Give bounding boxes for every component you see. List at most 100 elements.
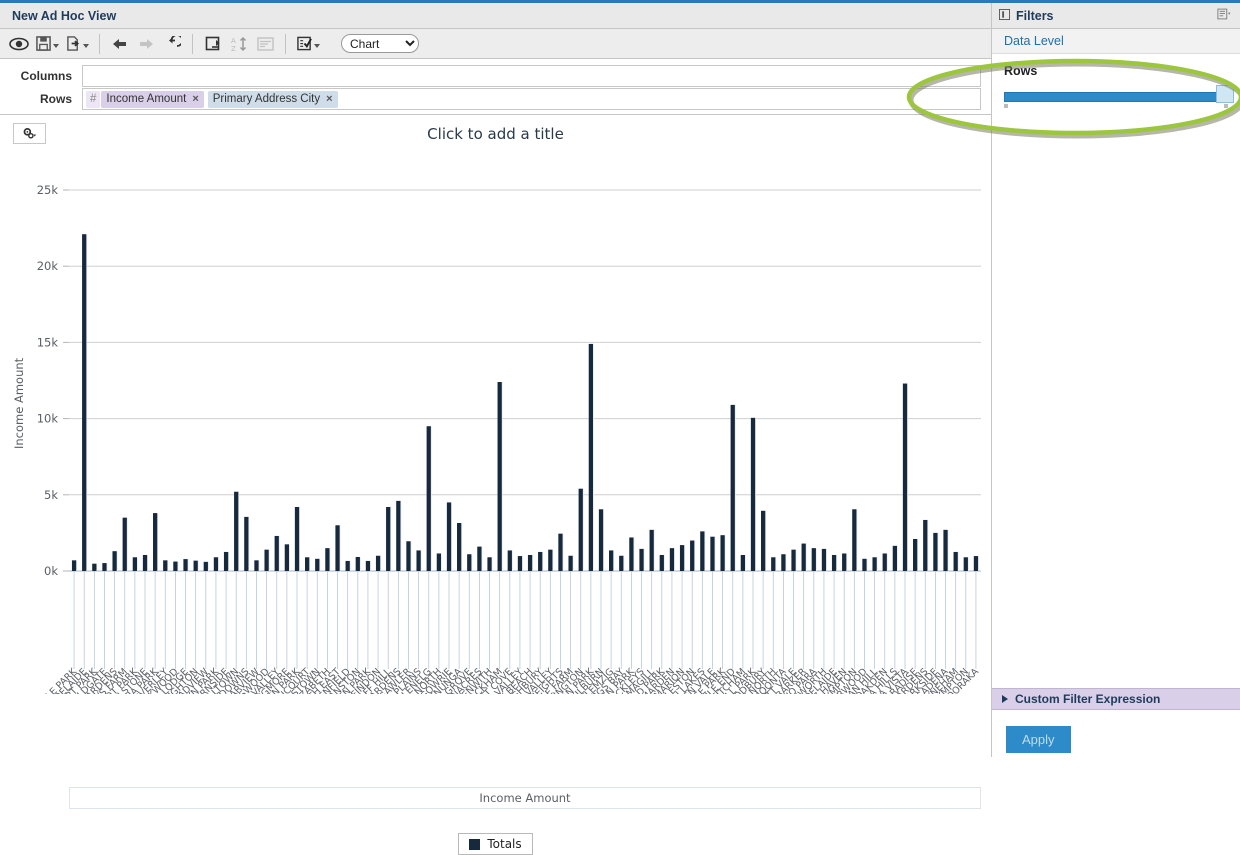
y-axis-title: Income Amount xyxy=(12,357,26,449)
bar xyxy=(761,510,766,571)
toolbar-divider xyxy=(285,33,286,54)
bar xyxy=(375,555,381,571)
bar xyxy=(517,556,523,571)
visualization-select-wrap: Chart xyxy=(341,34,419,53)
bar xyxy=(213,557,219,571)
legend-swatch-icon xyxy=(469,838,481,850)
rows-slider-tick-max xyxy=(1224,104,1228,108)
svg-text:25k: 25k xyxy=(37,183,59,197)
toolbar-divider xyxy=(99,33,100,54)
bar xyxy=(264,549,269,571)
rows-pill-type-hash: # xyxy=(86,90,102,108)
svg-text:15k: 15k xyxy=(37,335,59,349)
legend-item-totals[interactable]: Totals xyxy=(458,833,533,855)
bar xyxy=(750,417,756,571)
bar xyxy=(720,535,725,571)
rows-slider-tick-min xyxy=(1004,104,1008,108)
bar xyxy=(558,533,563,571)
bar xyxy=(112,551,117,571)
rows-slider-handle[interactable] xyxy=(1216,85,1234,103)
custom-filter-expression-section[interactable]: Custom Filter Expression xyxy=(992,688,1240,710)
bar xyxy=(122,517,127,571)
undo-icon[interactable] xyxy=(107,32,133,56)
bar xyxy=(882,553,887,571)
bar xyxy=(669,548,675,571)
ad-hoc-view-app: New Ad Hoc View A Z Chart Columns Rows #… xyxy=(0,0,1240,855)
columns-shelf: Columns xyxy=(0,59,991,87)
close-icon[interactable]: × xyxy=(192,93,198,105)
svg-text:20k: 20k xyxy=(37,259,59,273)
switch-group-icon[interactable] xyxy=(200,32,226,56)
visualization-select[interactable]: Chart xyxy=(341,34,419,53)
x-axis-title-label: Income Amount xyxy=(479,791,571,805)
bar xyxy=(629,537,634,571)
chart-title-placeholder[interactable]: Click to add a title xyxy=(0,115,991,149)
bar xyxy=(902,383,908,571)
bar xyxy=(619,555,624,571)
select-fields-icon[interactable] xyxy=(293,32,323,56)
filters-title: Filters xyxy=(1016,8,1054,23)
chevron-down-icon xyxy=(313,44,320,48)
bar xyxy=(467,554,472,571)
bar xyxy=(223,551,229,571)
filters-pane: Filters Data Level Rows Custom Filter Ex… xyxy=(991,3,1240,757)
filters-header: Filters xyxy=(992,3,1240,29)
sort-az-icon: A Z xyxy=(226,32,252,56)
apply-button[interactable]: Apply xyxy=(1006,726,1071,753)
bar xyxy=(842,553,847,571)
save-icon[interactable] xyxy=(32,32,62,56)
bar xyxy=(923,519,928,571)
bar xyxy=(153,513,158,571)
bar xyxy=(92,563,97,571)
toolbar-divider xyxy=(192,33,193,54)
bar xyxy=(892,545,897,571)
bar xyxy=(862,558,867,571)
rows-pill-primary-address-city[interactable]: Primary Address City × xyxy=(207,90,338,108)
eye-icon[interactable] xyxy=(6,32,32,56)
chart-settings-button[interactable] xyxy=(13,123,46,144)
rows-dropzone[interactable]: # Income Amount × Primary Address City × xyxy=(82,88,981,110)
filter-rows-label: Rows xyxy=(1004,64,1038,78)
bar-chart-svg[interactable]: 0k5k10k15k20k25kABERFOYLE PARKADELAIDEAL… xyxy=(0,149,991,758)
rows-slider-track[interactable] xyxy=(1004,92,1228,102)
bar xyxy=(193,560,198,571)
bar xyxy=(679,545,685,571)
svg-text:10k: 10k xyxy=(37,412,59,426)
chevron-down-icon xyxy=(52,44,59,48)
rows-label: Rows xyxy=(39,92,72,106)
panel-collapse-icon[interactable] xyxy=(999,8,1010,23)
bar xyxy=(163,560,168,571)
bar xyxy=(345,560,350,571)
close-icon[interactable]: × xyxy=(326,93,332,105)
bar xyxy=(142,554,148,571)
rows-range-slider[interactable] xyxy=(1004,85,1234,108)
bar xyxy=(102,563,107,571)
bar xyxy=(396,500,401,571)
bar xyxy=(872,557,877,571)
bar xyxy=(477,546,482,571)
bar xyxy=(173,561,178,571)
plot-area: Income Amount 0k5k10k15k20k25kABERFOYLE … xyxy=(0,149,991,758)
rows-pill-income-amount[interactable]: Income Amount × xyxy=(101,90,204,108)
revert-icon[interactable] xyxy=(159,32,185,56)
filters-menu-icon[interactable] xyxy=(1217,8,1233,23)
apply-button-wrap: Apply xyxy=(992,726,1240,753)
svg-text:5k: 5k xyxy=(44,488,58,502)
bar xyxy=(609,550,614,571)
bar xyxy=(852,509,857,571)
chevron-right-icon xyxy=(1002,695,1008,703)
chevron-down-icon xyxy=(82,44,89,48)
bar xyxy=(487,557,492,571)
filter-data-level[interactable]: Data Level xyxy=(992,29,1240,54)
bar xyxy=(690,540,695,571)
bar xyxy=(730,404,735,571)
export-icon[interactable] xyxy=(62,32,92,56)
bar xyxy=(943,529,948,571)
columns-dropzone[interactable] xyxy=(82,64,981,87)
bar xyxy=(771,557,776,571)
bar xyxy=(325,548,330,571)
bar xyxy=(639,548,644,571)
bar xyxy=(315,558,320,571)
bar xyxy=(234,491,239,571)
bar xyxy=(406,541,411,571)
